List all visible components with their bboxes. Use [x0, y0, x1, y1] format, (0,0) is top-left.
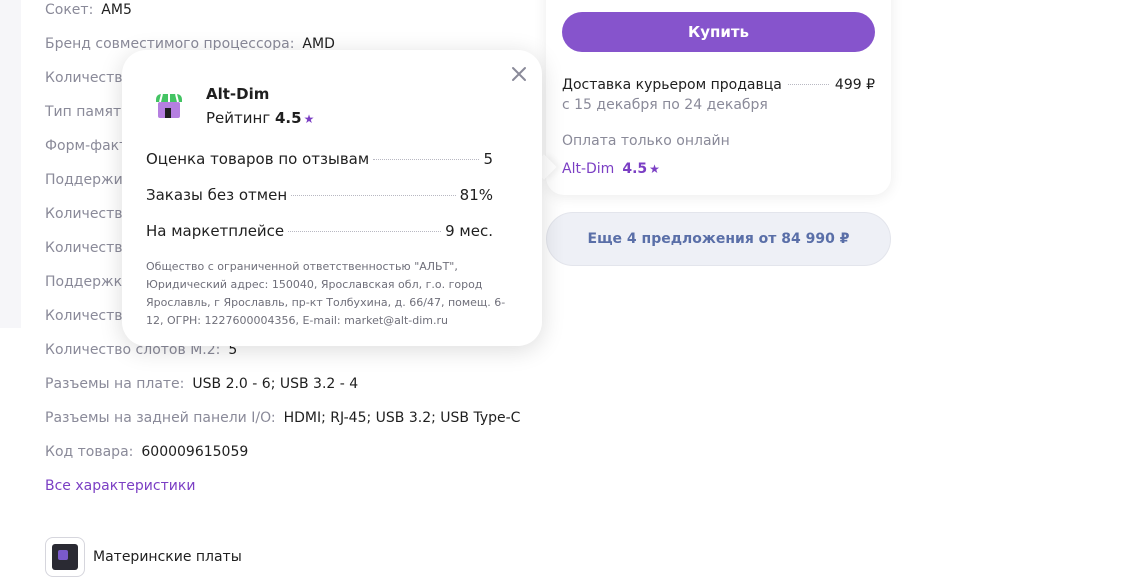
- spec-label: Сокет:: [45, 2, 94, 18]
- left-gray-strip: [0, 0, 21, 328]
- delivery-dates: с 15 декабря по 24 декабря: [562, 97, 768, 113]
- spec-value: 600009615059: [141, 444, 249, 460]
- delivery-row: Доставка курьером продавца 499 ₽: [562, 77, 875, 93]
- buy-card: Купить Доставка курьером продавца 499 ₽ …: [546, 0, 891, 195]
- motherboard-icon: [45, 537, 85, 577]
- stat-value: 81%: [459, 186, 493, 204]
- spec-label: Количество: [45, 206, 132, 222]
- rating-label: Рейтинг: [206, 109, 271, 127]
- more-offers-button[interactable]: Еще 4 предложения от 84 990 ₽: [546, 212, 891, 266]
- dotted-leader: [787, 84, 829, 85]
- spec-label: Количество: [45, 308, 132, 324]
- stat-row: Оценка товаров по отзывам 5: [146, 150, 493, 168]
- star-icon: ★: [303, 112, 315, 126]
- stat-label: Оценка товаров по отзывам: [146, 150, 370, 168]
- spec-label: Поддержив: [45, 172, 131, 188]
- spec-label: Тип памяти: [45, 104, 131, 120]
- spec-value: HDMI; RJ-45; USB 3.2; USB Type-C: [283, 410, 521, 426]
- spec-value: AM5: [101, 2, 132, 18]
- stat-row: Заказы без отмен 81%: [146, 186, 493, 204]
- stat-value: 9 мес.: [445, 222, 493, 240]
- seller-rating: 4.5: [622, 161, 648, 177]
- all-specs-link[interactable]: Все характеристики: [45, 478, 195, 494]
- spec-label: Количество: [45, 70, 132, 86]
- seller-name: Alt-Dim: [562, 161, 615, 177]
- spec-row: Код товара: 600009615059: [45, 442, 248, 462]
- close-icon[interactable]: [507, 62, 531, 86]
- buy-button[interactable]: Купить: [562, 12, 875, 52]
- shop-icon: [153, 90, 185, 122]
- dotted-leader: [291, 195, 456, 196]
- legal-info: Общество с ограниченной ответственностью…: [146, 260, 506, 327]
- shop-name: Alt-Dim: [206, 85, 270, 103]
- stat-label: Заказы без отмен: [146, 186, 288, 204]
- category-label: Материнские платы: [93, 549, 242, 565]
- spec-label: Разъемы на плате:: [45, 376, 185, 392]
- spec-label: Поддержка: [45, 274, 131, 290]
- spec-label: Разъемы на задней панели I/O:: [45, 410, 276, 426]
- spec-row: Сокет: AM5: [45, 0, 132, 20]
- dotted-leader: [288, 231, 442, 232]
- rating-value: 4.5: [274, 109, 302, 127]
- shop-rating: Рейтинг 4.5 ★: [206, 109, 314, 127]
- star-icon: ★: [649, 162, 660, 176]
- spec-label: Код товара:: [45, 444, 134, 460]
- spec-label: Количество: [45, 240, 132, 256]
- spec-row: Разъемы на задней панели I/O: HDMI; RJ-45…: [45, 408, 520, 428]
- delivery-price: 499 ₽: [834, 77, 875, 93]
- seller-link[interactable]: Alt-Dim 4.5 ★: [562, 161, 660, 177]
- spec-row: Разъемы на плате: USB 2.0 - 6; USB 3.2 - …: [45, 374, 358, 394]
- dotted-leader: [373, 159, 480, 160]
- seller-popup: Alt-Dim Рейтинг 4.5 ★ Оценка товаров по о…: [122, 50, 542, 346]
- payment-note: Оплата только онлайн: [562, 133, 730, 149]
- category-chip[interactable]: Материнские платы: [45, 537, 242, 577]
- stat-label: На маркетплейсе: [146, 222, 285, 240]
- stat-row: На маркетплейсе 9 мес.: [146, 222, 493, 240]
- stat-value: 5: [483, 150, 493, 168]
- spec-value: USB 2.0 - 6; USB 3.2 - 4: [192, 376, 359, 392]
- delivery-label: Доставка курьером продавца: [562, 77, 782, 93]
- spec-label: Форм-факт: [45, 138, 128, 154]
